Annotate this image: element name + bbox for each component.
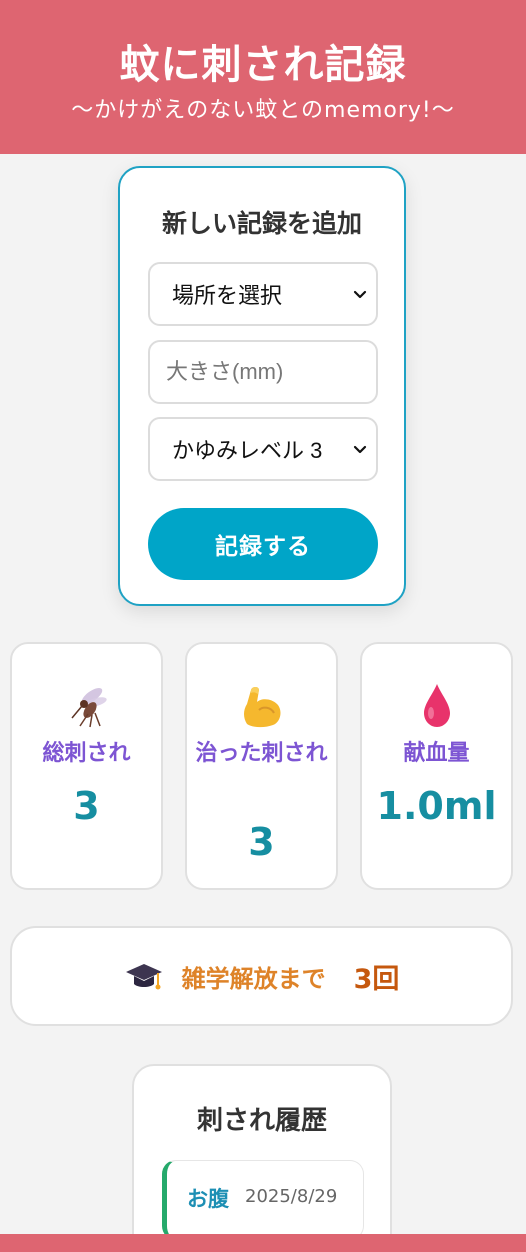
stat-value: 3 [248, 820, 275, 864]
location-select[interactable]: 場所を選択 [148, 262, 378, 326]
trivia-unlock-card: 雑学解放まで 3回 [10, 926, 513, 1026]
chevron-down-icon [353, 290, 367, 299]
location-select-value: 場所を選択 [172, 283, 283, 308]
stat-label: 献血量 [403, 741, 470, 766]
submit-record-button[interactable]: 記録する [148, 508, 378, 580]
app-header: 蚊に刺され記録 〜かけがえのない蚊とのmemory!〜 [0, 0, 526, 154]
stat-card-total-bites: 総刺され 3 [10, 642, 163, 890]
mosquito-icon [70, 687, 107, 728]
stat-value: 1.0ml [376, 784, 497, 828]
stat-label: 総刺され [42, 741, 131, 766]
blood-drop-icon [423, 684, 450, 727]
graduation-cap-icon [125, 964, 162, 990]
add-record-form: 新しい記録を追加 場所を選択 かゆみレベル 3 記録する [118, 166, 406, 606]
entry-location: お腹 [187, 1187, 229, 1211]
chevron-down-icon [353, 445, 367, 454]
stat-value: 3 [73, 784, 100, 828]
stat-card-healed-bites: 治った刺され 3 [185, 642, 338, 890]
size-input[interactable] [148, 340, 378, 404]
trivia-count: 3回 [353, 963, 400, 995]
history-entry[interactable]: お腹 2025/8/29 [162, 1160, 364, 1240]
footer-bar [0, 1234, 526, 1252]
app-subtitle: 〜かけがえのない蚊とのmemory!〜 [71, 98, 455, 123]
entry-date: 2025/8/29 [245, 1186, 338, 1207]
bite-history: 刺され履歴 お腹 2025/8/29 [132, 1064, 392, 1252]
itch-level-select-value: かゆみレベル 3 [172, 438, 323, 463]
trivia-label: 雑学解放まで [181, 964, 326, 993]
flexed-biceps-icon [243, 687, 280, 728]
stat-card-blood-donated: 献血量 1.0ml [360, 642, 513, 890]
history-title: 刺され履歴 [196, 1106, 327, 1136]
itch-level-select[interactable]: かゆみレベル 3 [148, 417, 378, 481]
stat-label: 治った刺され [195, 741, 328, 766]
form-title: 新しい記録を追加 [161, 209, 362, 238]
app-title: 蚊に刺され記録 [119, 42, 407, 88]
